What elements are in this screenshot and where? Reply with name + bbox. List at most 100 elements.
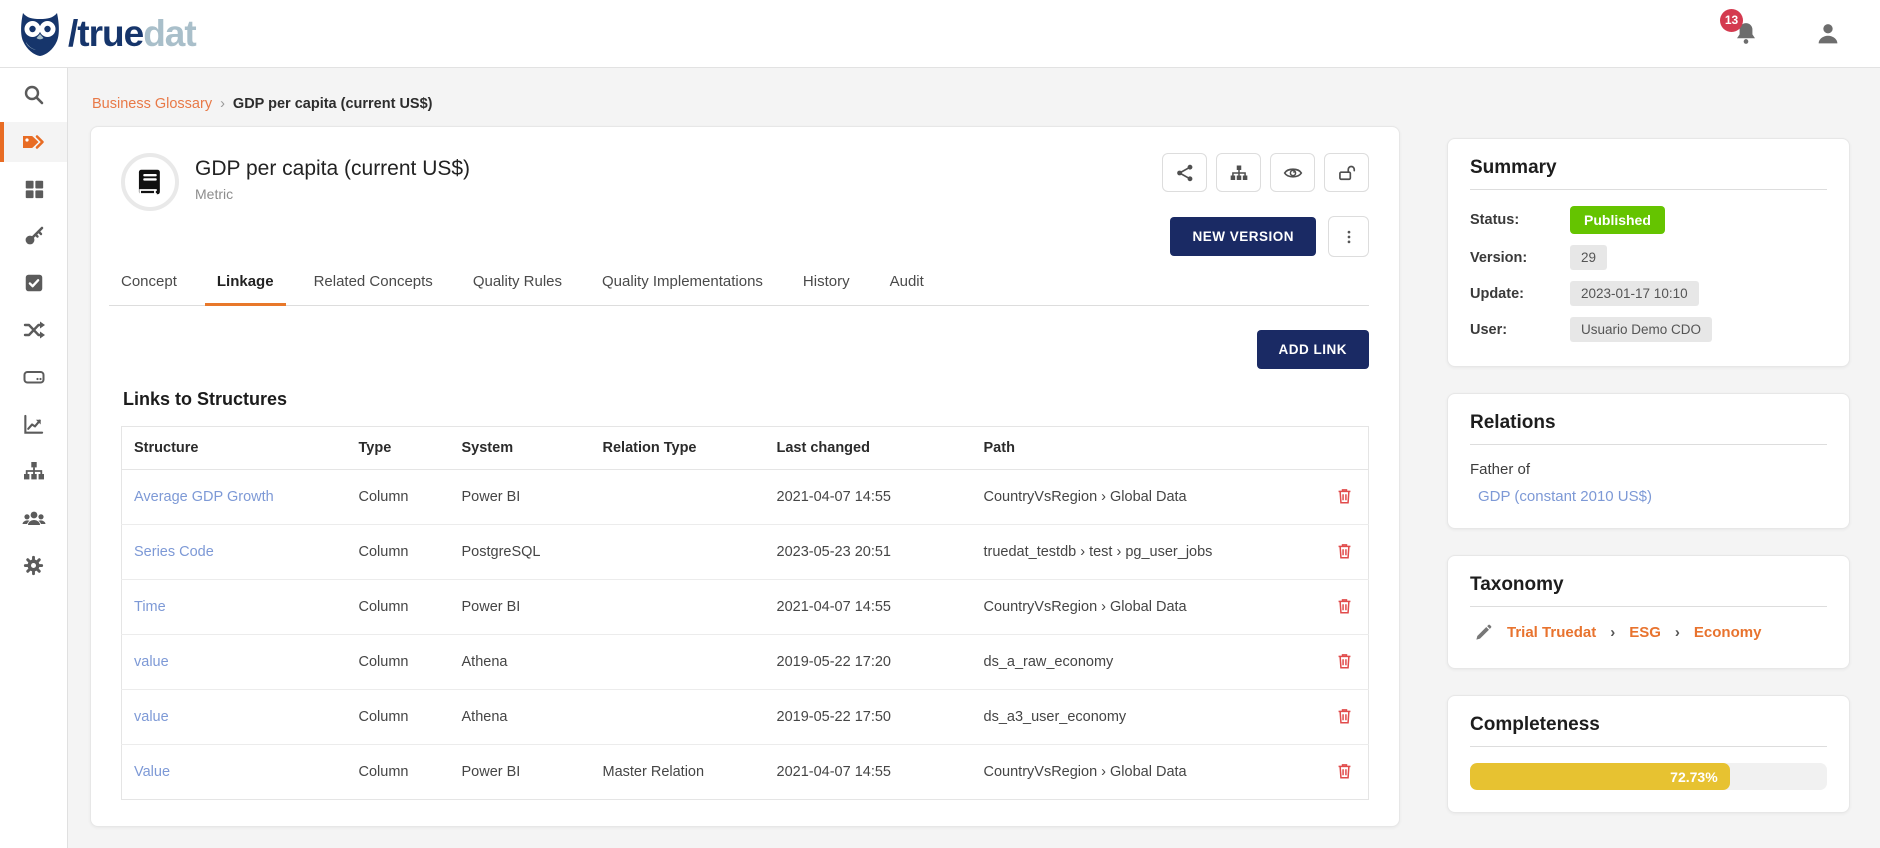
cell-system: Power BI (450, 470, 591, 525)
col-header-type: Type (347, 427, 450, 470)
cell-relation-type (591, 470, 765, 525)
version-badge: 29 (1570, 245, 1607, 270)
cell-system: Power BI (450, 580, 591, 635)
chevron-right-icon: › (1675, 624, 1680, 641)
cell-relation-type (591, 580, 765, 635)
tab-related-concepts[interactable]: Related Concepts (302, 263, 445, 306)
delete-link-button[interactable] (1333, 484, 1356, 508)
tab-audit[interactable]: Audit (878, 263, 936, 306)
table-row: Series Code Column PostgreSQL 2023-05-23… (122, 525, 1369, 580)
cell-type: Column (347, 745, 450, 800)
user-menu-button[interactable] (1814, 20, 1842, 48)
taxonomy-domain-link[interactable]: ESG (1629, 624, 1661, 641)
sidebar-item-dashboards[interactable] (0, 169, 67, 209)
gear-icon (22, 554, 45, 577)
sitemap-icon (22, 459, 46, 483)
topbar: /truedat 13 (0, 0, 1880, 68)
tab-quality-implementations[interactable]: Quality Implementations (590, 263, 775, 306)
cell-path: CountryVsRegion › Global Data (972, 470, 1321, 525)
cell-relation-type (591, 525, 765, 580)
edit-taxonomy-button[interactable] (1474, 623, 1493, 642)
sidebar-item-data-sources[interactable] (0, 357, 67, 397)
table-header-row: Structure Type System Relation Type Last… (122, 427, 1369, 470)
completeness-fill: 72.73% (1470, 763, 1730, 790)
breadcrumb-separator: › (220, 96, 225, 112)
delete-link-button[interactable] (1333, 649, 1356, 673)
cell-type: Column (347, 525, 450, 580)
sidebar-item-search[interactable] (0, 75, 67, 115)
grid-icon (23, 178, 45, 200)
structure-link[interactable]: value (134, 709, 169, 725)
structure-link[interactable]: Value (134, 764, 170, 780)
concept-card: GDP per capita (current US$) Metric (90, 126, 1400, 827)
completeness-value: 72.73% (1670, 769, 1717, 785)
tag-icon (21, 130, 46, 154)
person-icon (1814, 20, 1842, 48)
cell-type: Column (347, 580, 450, 635)
sidebar-item-users[interactable] (0, 498, 67, 538)
concept-type-label: Metric (195, 186, 470, 202)
cell-relation-type (591, 690, 765, 745)
delete-link-button[interactable] (1333, 539, 1356, 563)
cell-last-changed: 2023-05-23 20:51 (765, 525, 972, 580)
structure-link[interactable]: Average GDP Growth (134, 489, 274, 505)
share-button[interactable] (1162, 153, 1207, 192)
related-concept-link[interactable]: GDP (constant 2010 US$) (1478, 488, 1652, 505)
hard-drive-icon (22, 365, 46, 389)
key-icon (22, 224, 46, 248)
lock-button[interactable] (1324, 153, 1369, 192)
lineage-button[interactable] (1216, 153, 1261, 192)
cell-relation-type (591, 635, 765, 690)
more-actions-button[interactable] (1328, 216, 1369, 257)
right-sidebar: Summary Status: Published Version: 29 Up… (1447, 138, 1850, 839)
structure-link[interactable]: value (134, 654, 169, 670)
summary-title: Summary (1470, 157, 1827, 190)
trash-icon (1335, 651, 1354, 671)
trash-icon (1335, 761, 1354, 781)
breadcrumb-glossary-link[interactable]: Business Glossary (92, 96, 212, 112)
sidebar-item-permissions[interactable] (0, 216, 67, 256)
sidebar-item-settings[interactable] (0, 545, 67, 585)
tab-quality-rules[interactable]: Quality Rules (461, 263, 574, 306)
trash-icon (1335, 541, 1354, 561)
left-sidebar (0, 68, 68, 848)
taxonomy-domain-link[interactable]: Trial Truedat (1507, 624, 1596, 641)
delete-link-button[interactable] (1333, 759, 1356, 783)
watch-button[interactable] (1270, 153, 1315, 192)
search-icon (22, 83, 46, 107)
add-link-button[interactable]: ADD LINK (1257, 330, 1370, 369)
links-section-title: Links to Structures (123, 389, 1369, 410)
sidebar-item-lineage[interactable] (0, 310, 67, 350)
table-row: value Column Athena 2019-05-22 17:50 ds_… (122, 690, 1369, 745)
taxonomy-title: Taxonomy (1470, 574, 1827, 607)
cell-last-changed: 2019-05-22 17:20 (765, 635, 972, 690)
taxonomy-domain-link[interactable]: Economy (1694, 624, 1762, 641)
relation-type-label: Father of (1470, 461, 1827, 478)
shuffle-icon (22, 318, 46, 342)
truedat-logo[interactable]: /truedat (18, 10, 196, 58)
tab-concept[interactable]: Concept (109, 263, 189, 306)
sidebar-item-analytics[interactable] (0, 404, 67, 444)
unlock-icon (1336, 163, 1358, 183)
update-badge: 2023-01-17 10:10 (1570, 281, 1699, 306)
logo-wordmark: /truedat (68, 15, 196, 52)
users-icon (21, 506, 47, 530)
delete-link-button[interactable] (1333, 594, 1356, 618)
completeness-progress-bar: 72.73% (1470, 763, 1827, 790)
tab-linkage[interactable]: Linkage (205, 263, 286, 306)
owl-logo-icon (18, 10, 62, 58)
delete-link-button[interactable] (1333, 704, 1356, 728)
version-label: Version: (1470, 250, 1570, 266)
sidebar-item-structures[interactable] (0, 451, 67, 491)
sidebar-item-glossary[interactable] (0, 122, 67, 162)
sidebar-item-quality[interactable] (0, 263, 67, 303)
structure-link[interactable]: Time (134, 599, 166, 615)
status-label: Status: (1470, 212, 1570, 228)
new-version-button[interactable]: NEW VERSION (1170, 217, 1316, 256)
tab-history[interactable]: History (791, 263, 862, 306)
share-icon (1175, 163, 1195, 183)
notifications-button[interactable]: 13 (1732, 18, 1762, 50)
structure-link[interactable]: Series Code (134, 544, 214, 560)
concept-tabs: Concept Linkage Related Concepts Quality… (109, 263, 1369, 306)
col-header-last-changed: Last changed (765, 427, 972, 470)
